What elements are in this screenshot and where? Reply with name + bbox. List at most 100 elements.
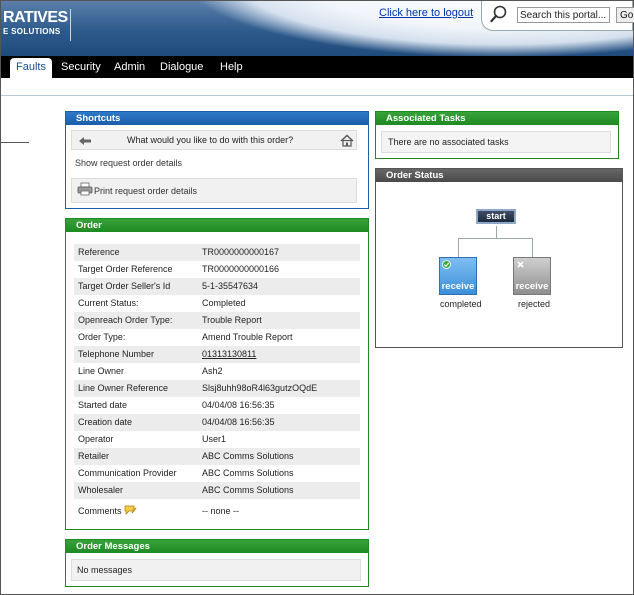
order-value: TR0000000000167 [202,247,280,257]
logout-link[interactable]: Click here to logout [379,7,473,19]
order-row: Reference TR0000000000167 [74,244,360,261]
associated-tasks-text: There are no associated tasks [381,131,611,153]
order-row: Line Owner Reference Slsj8uhh98oR4l63gut… [74,380,360,397]
order-row: Operator User1 [74,431,360,448]
order-label: Order Type: [78,332,126,342]
order-status-panel: Order Status start receive receive compl… [375,168,623,348]
order-label: Wholesaler [78,485,124,495]
order-value: 04/04/08 16:56:35 [202,400,275,410]
receive-node-label: receive [441,281,475,292]
logo: RATIVES E SOLUTIONS [1,9,71,41]
order-label: Target Order Reference [78,264,173,274]
order-value: Completed [202,298,246,308]
logo-sub-text: E SOLUTIONS [3,27,61,36]
connector-line [458,238,533,239]
order-messages-text: No messages [71,559,361,581]
order-value: Slsj8uhh98oR4l63gutzOQdE [202,383,318,393]
order-value: Ash2 [202,366,223,376]
order-label: Line Owner [78,366,125,376]
order-label: Line Owner Reference [78,383,169,393]
order-row: Started date 04/04/08 16:56:35 [74,397,360,414]
order-value: ABC Comms Solutions [202,468,294,478]
order-value: Amend Trouble Report [202,332,293,342]
search-go-button[interactable]: Go [616,7,634,23]
shortcuts-question: What would you like to do with this orde… [127,135,294,145]
logo-main-text: RATIVES [3,9,68,26]
telephone-number-link[interactable]: 01313130811 [202,346,256,363]
app-header: RATIVES E SOLUTIONS Click here to logout… [1,1,634,56]
order-row: Target Order Seller's Id 5-1-35547634 [74,278,360,295]
order-messages-panel: Order Messages No messages [65,539,369,587]
order-row: Line Owner Ash2 [74,363,360,380]
subnav-bar [1,78,633,96]
search-box: Go [481,1,634,31]
order-row: Retailer ABC Comms Solutions [74,448,360,465]
nav-tab-admin[interactable]: Admin [114,56,145,78]
nav-tab-security[interactable]: Security [61,56,101,78]
connector-line [532,238,533,257]
show-details-row[interactable]: Show request order details [71,153,357,175]
search-icon [490,5,507,23]
workflow-start-node[interactable]: start [476,209,516,224]
order-row: Wholesaler ABC Comms Solutions [74,482,360,499]
connector-line [458,238,459,257]
order-label: Creation date [78,417,133,427]
order-status-title: Order Status [376,169,622,182]
shortcuts-title: Shortcuts [66,112,368,125]
search-input[interactable] [517,7,610,23]
order-label: Comments [78,503,137,520]
printer-icon [77,182,93,196]
cross-icon [517,261,524,268]
order-row: Current Status: Completed [74,295,360,312]
associated-tasks-title: Associated Tasks [376,112,618,125]
order-label: Reference [78,247,120,257]
workflow-receive-rejected-node[interactable]: receive [513,257,551,295]
connector-line [496,226,497,238]
receive-node-label: receive [515,281,549,292]
nav-tab-help[interactable]: Help [220,56,243,78]
order-label: Started date [78,400,128,410]
order-messages-title: Order Messages [66,540,368,553]
order-value: ABC Comms Solutions [202,451,294,461]
order-value: TR0000000000166 [202,264,280,274]
comments-label: Comments [78,506,122,516]
divider [1,142,29,143]
order-label: Retailer [78,451,110,461]
order-row: Communication Provider ABC Comms Solutio… [74,465,360,482]
order-row: Telephone Number 01313130811 [74,346,360,363]
main-nav: Faults Security Admin Dialogue Help [1,56,633,78]
order-label: Operator [78,434,114,444]
print-details-row[interactable]: Print request order details [71,178,357,203]
order-label: Target Order Seller's Id [78,281,171,291]
order-value: ABC Comms Solutions [202,485,294,495]
check-icon [442,260,451,269]
order-row: Comments -- none -- [74,503,360,520]
order-title: Order [66,219,368,232]
order-row: Creation date 04/04/08 16:56:35 [74,414,360,431]
nav-tab-dialogue[interactable]: Dialogue [160,56,203,78]
rejected-caption: rejected [518,299,551,309]
order-row: Order Type: Amend Trouble Report [74,329,360,346]
shortcuts-panel: Shortcuts What would you like to do with… [65,111,369,209]
order-panel: Order Reference TR0000000000167 Target O… [65,218,369,530]
order-label: Openreach Order Type: [78,315,173,325]
shortcuts-question-row: What would you like to do with this orde… [71,130,357,150]
order-value: -- none -- [202,506,240,516]
associated-tasks-panel: Associated Tasks There are no associated… [375,111,619,159]
order-row: Target Order Reference TR0000000000166 [74,261,360,278]
order-row: Openreach Order Type: Trouble Report [74,312,360,329]
order-label: Communication Provider [78,468,177,478]
completed-caption: completed [440,299,482,309]
comment-edit-icon[interactable] [124,505,137,515]
order-label: Current Status: [78,298,139,308]
show-details-link[interactable]: Show request order details [75,158,182,168]
order-label: Telephone Number [78,349,155,359]
order-value: User1 [202,434,227,444]
print-details-link[interactable]: Print request order details [94,186,197,196]
home-icon[interactable] [340,134,354,147]
order-value: 5-1-35547634 [202,281,259,291]
workflow-receive-completed-node[interactable]: receive [439,257,477,295]
back-arrow-icon[interactable] [78,136,92,146]
nav-tab-faults[interactable]: Faults [10,58,52,78]
order-value: Trouble Report [202,315,262,325]
